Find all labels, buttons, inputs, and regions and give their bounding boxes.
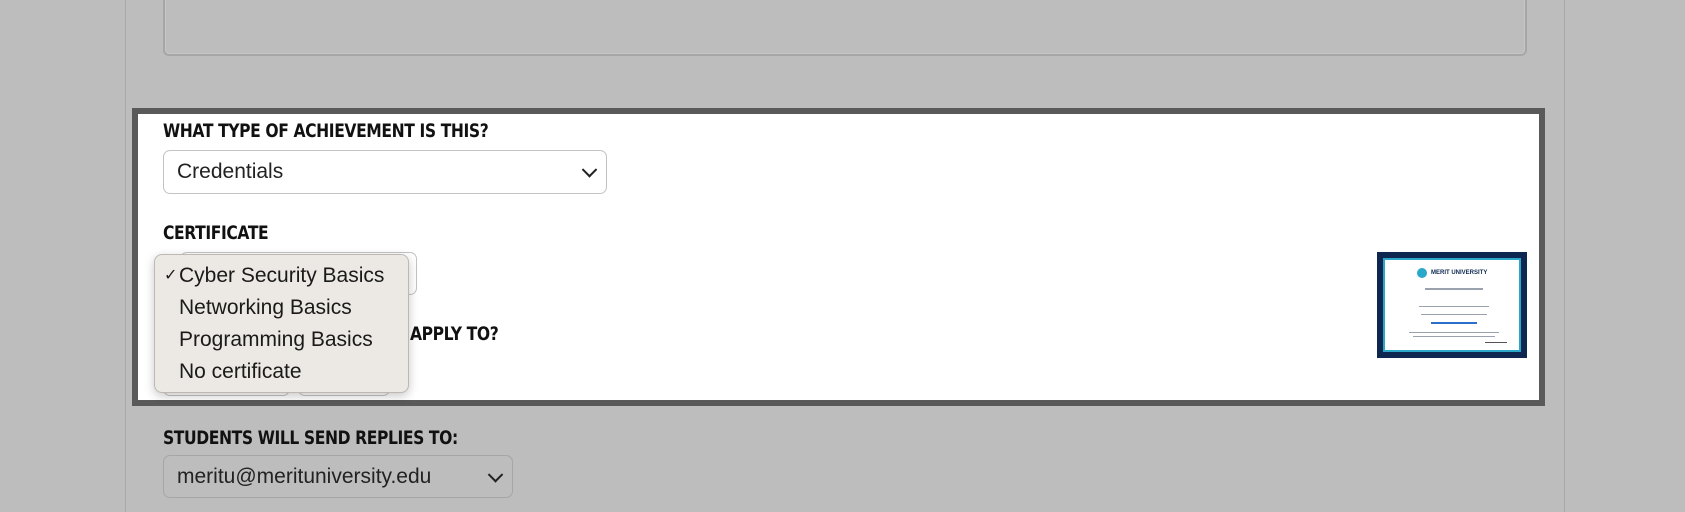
reply-email-value: meritu@merituniversity.edu <box>177 464 432 488</box>
certificate-preview-image: MERIT UNIVERSITY <box>1377 252 1527 358</box>
achievement-type-label: WHAT TYPE OF ACHIEVEMENT IS THIS? <box>163 120 489 142</box>
certificate-title-line <box>1425 288 1483 290</box>
achievement-type-select[interactable]: Credentials <box>163 150 607 194</box>
apply-to-label: APPLY TO? <box>410 323 499 345</box>
certificate-dropdown-menu: ✓ Cyber Security Basics Networking Basic… <box>154 254 409 393</box>
chevron-down-icon <box>581 162 598 178</box>
certificate-body-line <box>1413 336 1495 337</box>
menu-item-label: Networking Basics <box>179 296 352 319</box>
certificate-name-line <box>1431 322 1477 324</box>
certificate-label: CERTIFICATE <box>163 222 269 244</box>
checkmark-icon: ✓ <box>164 267 178 284</box>
certificate-body-line <box>1409 332 1499 333</box>
menu-item-label: Programming Basics <box>179 328 373 351</box>
certificate-body-line <box>1421 314 1487 315</box>
message-textarea[interactable] <box>163 0 1527 56</box>
menu-item-label: No certificate <box>179 360 302 383</box>
university-logo: MERIT UNIVERSITY <box>1417 268 1487 278</box>
logo-text: MERIT UNIVERSITY <box>1431 270 1488 276</box>
signature-mark <box>1485 342 1507 343</box>
reply-email-select[interactable]: meritu@merituniversity.edu <box>163 455 513 498</box>
certificate-body-line <box>1419 306 1489 307</box>
replies-label: STUDENTS WILL SEND REPLIES TO: <box>163 427 458 449</box>
achievement-type-value: Credentials <box>177 160 284 183</box>
menu-item-cyber-security-basics[interactable]: ✓ Cyber Security Basics <box>155 260 408 292</box>
logo-mark-icon <box>1417 268 1427 278</box>
menu-item-programming-basics[interactable]: Programming Basics <box>155 324 408 356</box>
certificate-preview-page: MERIT UNIVERSITY <box>1383 258 1521 352</box>
menu-item-label: Cyber Security Basics <box>179 264 385 287</box>
menu-item-no-certificate[interactable]: No certificate <box>155 356 408 388</box>
menu-item-networking-basics[interactable]: Networking Basics <box>155 292 408 324</box>
chevron-down-icon <box>487 466 504 483</box>
